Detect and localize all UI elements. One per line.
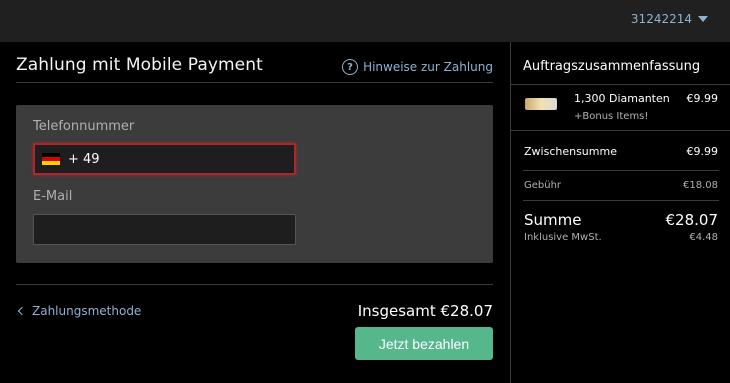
phone-input[interactable]: + 49 <box>33 143 296 175</box>
email-input[interactable] <box>33 214 296 245</box>
divider <box>511 84 730 85</box>
help-link-label: Hinweise zur Zahlung <box>363 60 493 74</box>
subtotal-label: Zwischensumme <box>524 145 617 158</box>
total-amount: Insgesamt €28.07 <box>357 302 493 320</box>
payment-form-panel: Telefonnummer + 49 E-Mail <box>16 105 493 263</box>
divider <box>16 82 493 83</box>
divider <box>511 130 730 131</box>
page-title: Zahlung mit Mobile Payment <box>16 55 263 75</box>
phone-label: Telefonnummer <box>33 119 135 134</box>
question-circle-icon: ? <box>342 59 359 75</box>
fee-row: Gebühr €18.08 <box>524 180 718 191</box>
phone-prefix: + 49 <box>68 151 100 167</box>
divider <box>16 284 493 285</box>
sum-label: Summe <box>524 211 582 229</box>
summary-title: Auftragszusammenfassung <box>523 59 701 74</box>
chevron-left-icon <box>17 306 27 316</box>
payment-section: Zahlung mit Mobile Payment ? Hinweise zu… <box>0 42 510 383</box>
divider <box>523 200 719 201</box>
sum-value: €28.07 <box>665 211 719 229</box>
fee-label: Gebühr <box>524 180 562 191</box>
pay-now-button[interactable]: Jetzt bezahlen <box>355 327 493 360</box>
diamonds-item-icon <box>525 98 557 110</box>
email-label: E-Mail <box>33 189 73 204</box>
fee-value: €18.08 <box>683 180 718 191</box>
order-summary: Auftragszusammenfassung 1,300 Diamanten … <box>510 42 730 383</box>
item-bonus: +Bonus Items! <box>574 111 649 122</box>
caret-down-icon <box>698 16 708 22</box>
tax-label: Inklusive MwSt. <box>524 232 602 243</box>
account-id: 31242214 <box>630 12 692 26</box>
back-to-payment-method-link[interactable]: Zahlungsmethode <box>16 304 141 318</box>
sum-row: Summe €28.07 <box>524 211 718 229</box>
help-link[interactable]: ? Hinweise zur Zahlung <box>342 59 493 75</box>
subtotal-row: Zwischensumme €9.99 <box>524 145 718 158</box>
top-bar: 31242214 <box>0 0 730 42</box>
item-price: €9.99 <box>686 92 719 105</box>
tax-row: Inklusive MwSt. €4.48 <box>524 232 718 243</box>
tax-value: €4.48 <box>689 232 718 243</box>
germany-flag-icon[interactable] <box>42 153 60 165</box>
account-menu[interactable]: 31242214 <box>631 12 708 26</box>
subtotal-value: €9.99 <box>686 145 719 158</box>
back-link-label: Zahlungsmethode <box>32 304 142 318</box>
item-name: 1,300 Diamanten <box>574 92 670 105</box>
divider <box>523 170 719 171</box>
